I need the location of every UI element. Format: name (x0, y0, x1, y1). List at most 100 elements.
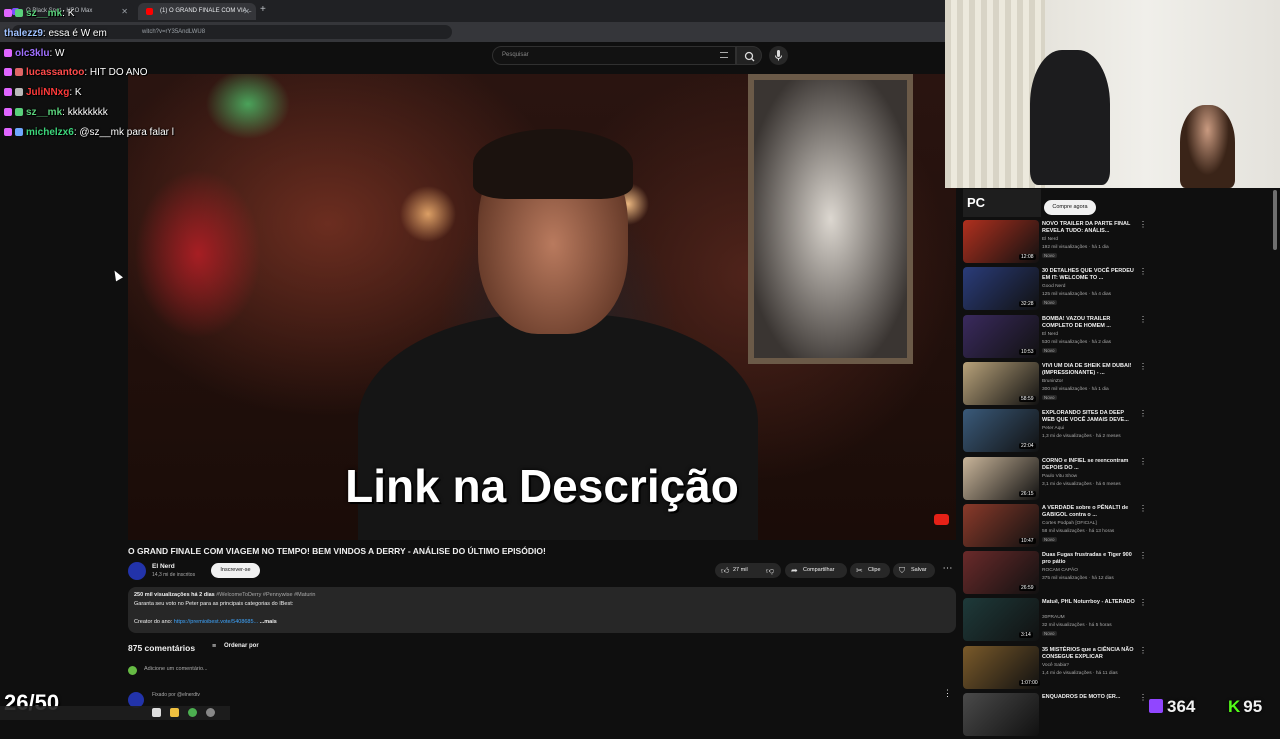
sort-label: Ordenar por (224, 643, 259, 649)
video-title[interactable]: EXPLORANDO SITES DA DEEP WEB QUE VOCÊ JA… (1042, 410, 1136, 424)
video-title[interactable]: VIVI UM DIA DE SHEIK EM DUBAI! (IMPRESSI… (1042, 363, 1136, 377)
channel-name[interactable]: El Nerd (152, 563, 175, 570)
chat-user: JuliNNxg (26, 87, 70, 98)
recommended-video[interactable]: 58:59 VIVI UM DIA DE SHEIK EM DUBAI! (IMP… (963, 362, 1153, 408)
show-more-button[interactable]: ...mais (258, 619, 277, 625)
channel-avatar[interactable] (128, 562, 146, 580)
more-options-icon[interactable]: ⋮ (1139, 362, 1147, 371)
video-title[interactable]: Duas Fugas frustradas e Tiger 900 pro pá… (1042, 552, 1136, 566)
channel-name[interactable]: BruninZor (1042, 379, 1063, 384)
mouse-cursor-icon (111, 268, 123, 282)
recommended-video[interactable]: 12:08 NOVO TRAILER DA PARTE FINAL REVELA … (963, 220, 1153, 266)
chrome-icon[interactable] (188, 708, 197, 717)
more-options-icon[interactable]: ⋮ (1139, 457, 1147, 466)
chat-user: michelzx6 (26, 127, 74, 138)
recommended-video[interactable]: 26:15 CORNO e INFIEL se reencontram DEPOI… (963, 457, 1153, 503)
video-title[interactable]: BOMBA! VAZOU TRAILER COMPLETO DE HOMEM .… (1042, 316, 1136, 330)
video-title[interactable]: A VERDADE sobre o PÊNALTI de GABIGOL con… (1042, 505, 1136, 519)
more-options-icon[interactable]: ⋮ (1139, 551, 1147, 560)
badge-icon (4, 68, 12, 77)
more-options-icon[interactable]: ⋮ (1139, 409, 1147, 418)
windows-icon[interactable] (152, 708, 161, 717)
video-duration: 12:08 (1019, 254, 1036, 260)
video-meta: 300 mil visualizações · há 1 dia (1042, 387, 1109, 392)
keyboard-icon[interactable] (720, 52, 728, 58)
video-title[interactable]: 35 MISTÉRIOS que a CIÊNCIA NÃO CONSEGUE … (1042, 647, 1136, 661)
badge-icon (15, 128, 23, 137)
more-actions-button[interactable]: ⋯ (940, 563, 955, 578)
badge-icon (4, 9, 12, 18)
tab-youtube[interactable]: (1) O GRAND FINALE COM VIA... ✕ (138, 3, 256, 20)
channel-name[interactable]: Cortes Podpah [OFICIAL] (1042, 521, 1097, 526)
search-input[interactable]: Pesquisar (492, 46, 736, 65)
channel-name[interactable]: El Nerd (1042, 332, 1058, 337)
video-title[interactable]: NOVO TRAILER DA PARTE FINAL REVELA TUDO:… (1042, 221, 1136, 235)
close-tab-icon[interactable]: ✕ (121, 3, 128, 20)
save-button[interactable]: ⛉ Salvar (893, 563, 935, 578)
kick-icon: K (1228, 697, 1241, 716)
badge-icon (4, 128, 12, 137)
recommended-video[interactable]: 10:47 A VERDADE sobre o PÊNALTI de GABIGO… (963, 504, 1153, 550)
video-player[interactable]: Link na Descrição (128, 74, 956, 540)
clip-button[interactable]: ✂ Clipe (850, 563, 890, 578)
close-tab-icon[interactable]: ✕ (243, 3, 250, 20)
video-title[interactable]: 30 DETALHES QUE VOCÊ PERDEU EM IT: WELCO… (1042, 268, 1136, 282)
folder-icon[interactable] (170, 708, 179, 717)
channel-name[interactable]: ROCAM CAPÃO (1042, 568, 1078, 573)
recommended-video[interactable]: 32:28 30 DETALHES QUE VOCÊ PERDEU EM IT: … (963, 267, 1153, 313)
more-options-icon[interactable]: ⋮ (1139, 693, 1147, 702)
buy-now-button[interactable]: Compre agora (1044, 200, 1096, 215)
channel-name[interactable]: Paulo Vitu Show (1042, 474, 1077, 479)
badge-icon (15, 88, 23, 97)
video-title[interactable]: ENQUADROS DE MOTO (ER... (1042, 694, 1136, 701)
comment-menu-icon[interactable]: ⋮ (943, 688, 952, 699)
new-badge: Novo (1042, 395, 1057, 400)
more-options-icon[interactable]: ⋮ (1139, 504, 1147, 513)
subscribe-button[interactable]: Inscrever-se (211, 563, 260, 578)
add-comment-input[interactable]: Adicione um comentário... (128, 666, 948, 676)
video-title[interactable]: Matuê, PHL Noturrboy - ALTERADO (1042, 599, 1136, 606)
description-link[interactable]: https://premioibest.vote/5408685... (174, 619, 258, 625)
channel-name[interactable]: Peter Aqui (1042, 426, 1064, 431)
more-options-icon[interactable]: ⋮ (1139, 646, 1147, 655)
chat-message: michelzx6: @sz__mk para falar l (4, 125, 174, 141)
search-button[interactable] (736, 46, 762, 65)
chat-user: sz__mk (26, 107, 63, 118)
voice-search-button[interactable] (769, 46, 788, 65)
badge-icon (15, 9, 23, 18)
video-meta: 58 mil visualizações · há 13 horas (1042, 529, 1115, 534)
chat-message: lucassantoo: HIT DO ANO (4, 65, 148, 81)
more-options-icon[interactable]: ⋮ (1139, 315, 1147, 324)
video-meta: 3,1 mi de visualizações · há 6 meses (1042, 482, 1121, 487)
more-options-icon[interactable]: ⋮ (1139, 598, 1147, 607)
chat-user: sz__mk (26, 8, 63, 19)
recommended-video[interactable]: 1:07:00 35 MISTÉRIOS que a CIÊNCIA NÃO CO… (963, 646, 1153, 692)
channel-name[interactable]: 30PRAUM (1042, 615, 1065, 620)
channel-name[interactable]: El Nerd (1042, 237, 1058, 242)
pinned-label: Fixado por @elnerdtv (152, 692, 200, 698)
video-meta: 530 mil visualizações · há 2 dias (1042, 340, 1112, 345)
search-icon (744, 51, 755, 62)
video-title[interactable]: CORNO e INFIEL se reencontram DEPOIS DO … (1042, 458, 1136, 472)
chat-text: : K (62, 8, 75, 19)
more-options-icon[interactable]: ⋮ (1139, 220, 1147, 229)
promo-banner[interactable]: PC (963, 189, 1041, 217)
channel-name[interactable]: Você Sabia? (1042, 663, 1069, 668)
hashtags[interactable]: #WelcomeToDerry #Pennywise #Maturin (216, 592, 315, 598)
new-tab-button[interactable]: + (260, 4, 266, 15)
chat-message: sz__mk: K (4, 6, 74, 22)
dislike-button[interactable]: 👎︎ (762, 563, 780, 578)
badge-icon (15, 68, 23, 77)
recommended-video[interactable]: 10:53 BOMBA! VAZOU TRAILER COMPLETO DE HO… (963, 315, 1153, 361)
channel-name[interactable]: Good Nerd (1042, 284, 1065, 289)
recommended-video[interactable]: 3:14 Matuê, PHL Noturrboy - ALTERADO 30PRA… (963, 598, 1153, 644)
video-thumbnail[interactable] (963, 693, 1039, 736)
share-button[interactable]: ➦ Compartilhar (785, 563, 847, 578)
scrollbar[interactable] (1273, 190, 1277, 250)
more-options-icon[interactable]: ⋮ (1139, 267, 1147, 276)
app-icon[interactable] (206, 708, 215, 717)
recommended-video[interactable]: 26:59 Duas Fugas frustradas e Tiger 900 p… (963, 551, 1153, 597)
sort-comments-button[interactable]: ≡ Ordenar por (212, 643, 259, 650)
recommended-video[interactable]: ENQUADROS DE MOTO (ER... ⋮ (963, 693, 1153, 739)
recommended-video[interactable]: 22:04 EXPLORANDO SITES DA DEEP WEB QUE VO… (963, 409, 1153, 455)
